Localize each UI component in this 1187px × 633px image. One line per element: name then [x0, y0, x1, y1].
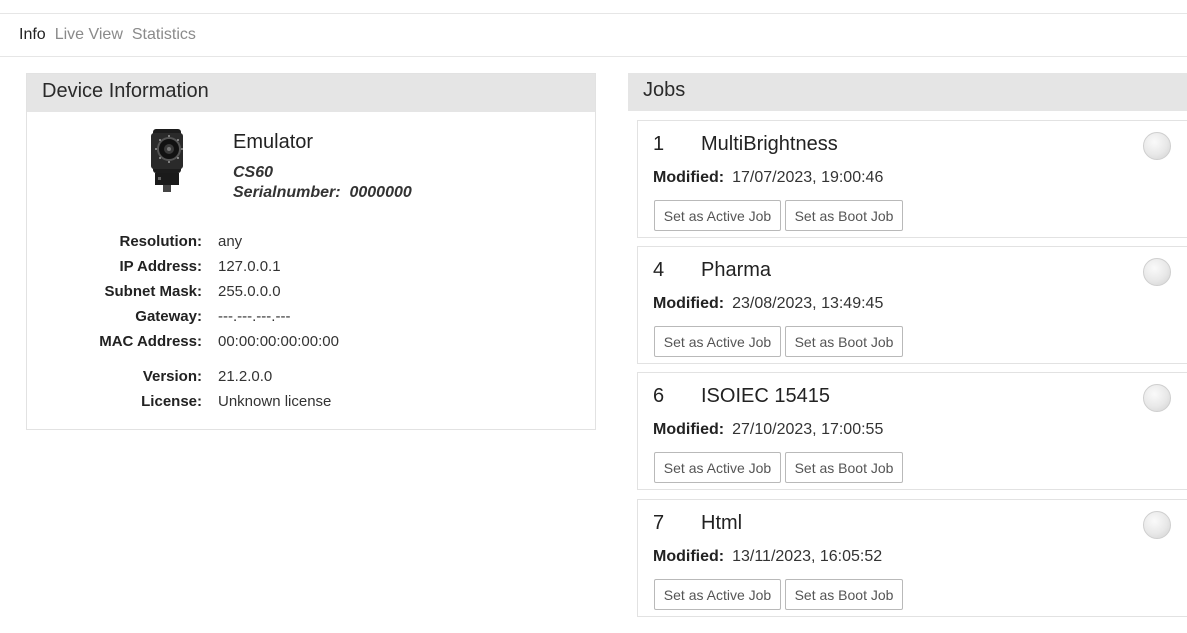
tab-info[interactable]: Info: [19, 26, 46, 48]
job-card: 7 Html Modified: 13/11/2023, 16:05:52 Set…: [637, 499, 1187, 617]
main-nav: Info Live View Statistics: [19, 26, 205, 48]
set-boot-job-button[interactable]: Set as Boot Job: [785, 326, 903, 357]
device-information-panel: Device Information Emulator CS60 Serialn…: [26, 73, 596, 430]
top-divider: [0, 13, 1187, 14]
set-active-job-button[interactable]: Set as Active Job: [654, 326, 781, 357]
modified-value: 17/07/2023, 19:00:46: [732, 169, 884, 186]
set-boot-job-button[interactable]: Set as Boot Job: [785, 200, 903, 231]
job-modified: Modified: 17/07/2023, 19:00:46: [653, 169, 883, 187]
job-name: Html: [701, 512, 743, 534]
job-number: 7: [653, 512, 665, 534]
job-active-radio[interactable]: [1143, 258, 1171, 286]
device-information-title: Device Information: [27, 74, 595, 112]
jobs-title: Jobs: [628, 73, 1187, 111]
set-active-job-button[interactable]: Set as Active Job: [654, 579, 781, 610]
job-card: 6 ISOIEC 15415 Modified: 27/10/2023, 17:0…: [637, 372, 1187, 490]
ip-address-value: 127.0.0.1: [218, 258, 281, 275]
jobs-panel: Jobs 1 MultiBrightness Modified: 17/07/20…: [628, 73, 1187, 633]
device-serial: Serialnumber: 0000000: [233, 184, 412, 201]
job-active-radio[interactable]: [1143, 384, 1171, 412]
device-model: CS60: [233, 164, 274, 181]
version-value: 21.2.0.0: [218, 368, 273, 385]
license-row: License: Unknown license: [27, 393, 597, 413]
resolution-label: Resolution:: [119, 233, 203, 250]
job-number: 4: [653, 259, 665, 281]
subnet-mask-row: Subnet Mask: 255.0.0.0: [27, 283, 597, 303]
license-label: License:: [141, 393, 202, 410]
job-name: MultiBrightness: [701, 133, 838, 155]
ip-address-label: IP Address:: [119, 258, 202, 275]
modified-label: Modified:: [653, 548, 725, 565]
set-boot-job-button[interactable]: Set as Boot Job: [785, 452, 903, 483]
job-name: Pharma: [701, 259, 772, 281]
gateway-value: ---.---.---.---: [218, 308, 291, 325]
job-active-radio[interactable]: [1143, 511, 1171, 539]
resolution-value: any: [218, 233, 243, 250]
modified-value: 23/08/2023, 13:49:45: [732, 295, 884, 312]
version-label: Version:: [142, 368, 202, 385]
job-modified: Modified: 13/11/2023, 16:05:52: [653, 548, 882, 566]
subnet-mask-label: Subnet Mask:: [104, 283, 202, 300]
job-name: ISOIEC 15415: [701, 385, 830, 407]
subnet-mask-value: 255.0.0.0: [218, 283, 281, 300]
mac-address-value: 00:00:00:00:00:00: [218, 333, 339, 350]
set-active-job-button[interactable]: Set as Active Job: [654, 452, 781, 483]
modified-label: Modified:: [653, 169, 725, 186]
job-modified: Modified: 27/10/2023, 17:00:55: [653, 421, 883, 439]
tab-live-view[interactable]: Live View: [55, 26, 123, 48]
modified-value: 13/11/2023, 16:05:52: [732, 548, 883, 565]
resolution-row: Resolution: any: [27, 233, 597, 253]
job-card: 4 Pharma Modified: 23/08/2023, 13:49:45 S…: [637, 246, 1187, 364]
gateway-label: Gateway:: [135, 308, 202, 325]
gateway-row: Gateway: ---.---.---.---: [27, 308, 597, 328]
job-card: 1 MultiBrightness Modified: 17/07/2023, 1…: [637, 120, 1187, 238]
job-active-radio[interactable]: [1143, 132, 1171, 160]
job-modified: Modified: 23/08/2023, 13:49:45: [653, 295, 883, 313]
tab-statistics[interactable]: Statistics: [132, 26, 196, 48]
job-number: 6: [653, 385, 665, 407]
set-active-job-button[interactable]: Set as Active Job: [654, 200, 781, 231]
camera-device-icon: [151, 129, 183, 192]
set-boot-job-button[interactable]: Set as Boot Job: [785, 579, 903, 610]
mac-address-row: MAC Address: 00:00:00:00:00:00: [27, 333, 597, 353]
device-name: Emulator: [233, 131, 314, 153]
nav-divider: [0, 56, 1187, 57]
modified-value: 27/10/2023, 17:00:55: [732, 421, 884, 438]
mac-address-label: MAC Address:: [99, 333, 202, 350]
version-row: Version: 21.2.0.0: [27, 368, 597, 388]
modified-label: Modified:: [653, 421, 725, 438]
ip-address-row: IP Address: 127.0.0.1: [27, 258, 597, 278]
job-number: 1: [653, 133, 665, 155]
license-value: Unknown license: [218, 393, 332, 410]
modified-label: Modified:: [653, 295, 725, 312]
